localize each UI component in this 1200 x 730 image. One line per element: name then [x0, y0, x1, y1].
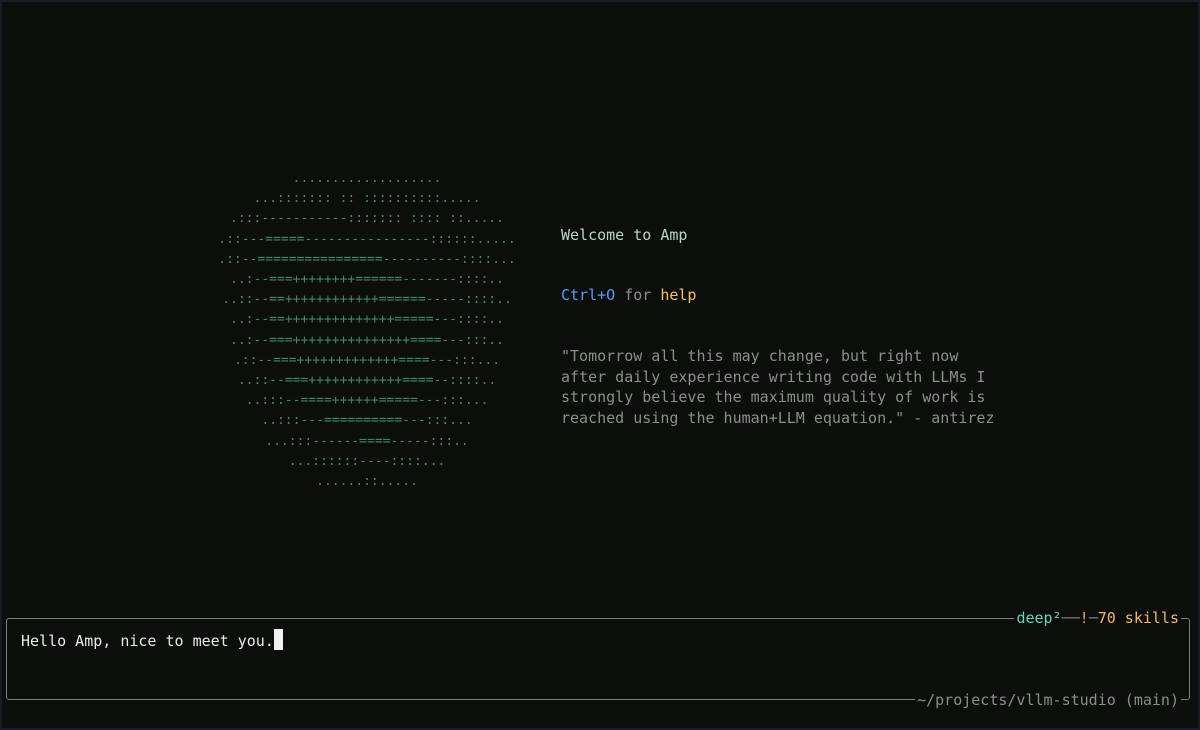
help-hint: Ctrl+O for help: [561, 286, 696, 304]
prompt-input[interactable]: Hello Amp, nice to meet you.: [21, 629, 283, 652]
warning-indicator: !: [1079, 609, 1089, 627]
amp-ascii-globe: ................... ...::::::: :: ::::::…: [218, 171, 516, 490]
status-separator: ──: [1061, 609, 1080, 627]
help-word: help: [660, 286, 697, 304]
prompt-input-text: Hello Amp, nice to meet you.: [21, 632, 274, 650]
status-separator: ─: [1088, 609, 1098, 627]
welcome-quote: "Tomorrow all this may change, but right…: [561, 347, 995, 427]
help-hint-text: for: [615, 286, 661, 304]
terminal-window: ................... ...::::::: :: ::::::…: [2, 2, 1198, 728]
text-cursor: [273, 629, 283, 650]
mode-indicator[interactable]: deep²: [1016, 609, 1061, 627]
skills-count[interactable]: 70 skills: [1098, 609, 1179, 627]
welcome-title: Welcome to Amp: [561, 226, 688, 244]
input-status-bar: deep²──!─70 skills: [1014, 608, 1181, 628]
working-directory: ~/projects/vllm-studio (main): [915, 690, 1181, 710]
help-shortcut-key: Ctrl+O: [561, 286, 616, 304]
prompt-input-box[interactable]: deep²──!─70 skills Hello Amp, nice to me…: [6, 608, 1190, 710]
